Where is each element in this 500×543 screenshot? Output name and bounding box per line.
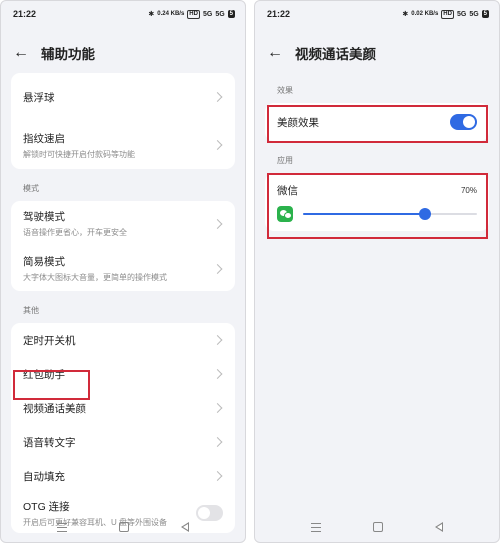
beauty-level-slider[interactable]	[303, 208, 477, 220]
back-triangle-icon[interactable]	[181, 522, 189, 532]
status-time: 21:22	[267, 9, 291, 19]
back-triangle-icon[interactable]	[435, 522, 443, 532]
slider-fill	[303, 213, 425, 215]
section-label-other: 其他	[23, 306, 39, 315]
menu-icon[interactable]	[311, 522, 321, 532]
item-subtitle: 语音操作更省心，开车更安全	[23, 228, 127, 237]
video-call-beauty-screen: 21:22 ✱ 0.02 KB/s HD 5G 5G 5 ← 视频通话美颜 效果…	[254, 0, 500, 543]
menu-icon[interactable]	[57, 522, 67, 532]
navigation-bar	[255, 512, 499, 542]
card-effect: 美颜效果	[265, 103, 489, 141]
wechat-icon	[277, 206, 293, 222]
bluetooth-icon: ✱	[402, 11, 409, 18]
item-subtitle: 解锁时可快捷开启付款码等功能	[23, 149, 135, 159]
page-title: 辅助功能	[41, 47, 95, 62]
app-wechat: 微信 70%	[265, 173, 489, 231]
item-title: 简易模式	[23, 256, 65, 268]
card-apps: 微信 70%	[265, 173, 489, 231]
signal-5g-1: 5G	[456, 10, 467, 18]
item-title: 语音转文字	[23, 436, 76, 449]
item-title: 视频通话美颜	[23, 402, 86, 415]
item-title: 红包助手	[23, 368, 65, 381]
hd-badge: HD	[187, 9, 200, 19]
item-video-call-beauty[interactable]: 视频通话美颜	[11, 391, 235, 425]
status-icons: ✱ 0.02 KB/s HD 5G 5G 5	[402, 9, 489, 19]
card-top: 悬浮球 指纹速启 解锁时可快捷开启付款码等功能	[11, 73, 235, 169]
page-title: 视频通话美颜	[295, 47, 376, 62]
item-fingerprint-launch[interactable]: 指纹速启 解锁时可快捷开启付款码等功能	[11, 121, 235, 169]
slider-thumb[interactable]	[418, 208, 431, 220]
item-title: 自动填充	[23, 470, 65, 483]
item-simple-mode[interactable]: 简易模式 大字体大图标大音量，更简单的操作模式	[11, 246, 235, 291]
app-name: 微信	[277, 185, 298, 197]
navigation-bar	[1, 512, 245, 542]
section-label-effect: 效果	[277, 86, 293, 95]
item-title: 指纹速启	[23, 132, 65, 145]
item-red-packet-assistant[interactable]: 红包助手	[11, 357, 235, 391]
item-beauty-effect[interactable]: 美颜效果	[265, 103, 489, 141]
item-speech-to-text[interactable]: 语音转文字	[11, 425, 235, 459]
status-time: 21:22	[13, 9, 37, 19]
page-header: ← 视频通话美颜	[255, 27, 499, 79]
item-title: 美颜效果	[277, 116, 319, 129]
signal-5g-1: 5G	[202, 10, 213, 18]
section-label-apps: 应用	[277, 156, 293, 165]
item-scheduled-power[interactable]: 定时开关机	[11, 323, 235, 357]
item-autofill[interactable]: 自动填充	[11, 459, 235, 493]
beauty-effect-toggle[interactable]	[450, 114, 477, 130]
bluetooth-icon: ✱	[148, 11, 155, 18]
network-speed: 0.24 KB/s	[157, 11, 185, 17]
network-speed: 0.02 KB/s	[411, 11, 439, 17]
status-icons: ✱ 0.24 KB/s HD 5G 5G 5	[148, 9, 235, 19]
back-arrow-icon[interactable]: ←	[13, 44, 35, 62]
battery-icon: 5	[227, 10, 235, 18]
back-arrow-icon[interactable]: ←	[267, 44, 289, 62]
home-icon[interactable]	[373, 522, 383, 532]
item-title: 悬浮球	[23, 91, 55, 104]
page-header: ← 辅助功能	[1, 27, 245, 79]
item-subtitle: 大字体大图标大音量，更简单的操作模式	[23, 273, 167, 282]
item-title: 驾驶模式	[23, 211, 65, 223]
battery-icon: 5	[481, 10, 489, 18]
home-icon[interactable]	[119, 522, 129, 532]
status-bar: 21:22 ✱ 0.02 KB/s HD 5G 5G 5	[255, 1, 499, 27]
card-mode: 驾驶模式 语音操作更省心，开车更安全 简易模式 大字体大图标大音量，更简单的操作…	[11, 201, 235, 291]
item-driving-mode[interactable]: 驾驶模式 语音操作更省心，开车更安全	[11, 201, 235, 246]
item-floating-ball[interactable]: 悬浮球	[11, 73, 235, 121]
card-other: 定时开关机 红包助手 视频通话美颜 语音转文字 自动填充 OTG 连接 开启后可…	[11, 323, 235, 533]
section-label-mode: 模式	[23, 184, 39, 193]
accessibility-screen: 21:22 ✱ 0.24 KB/s HD 5G 5G 5 ← 辅助功能 悬浮球 …	[0, 0, 246, 543]
signal-5g-2: 5G	[215, 10, 225, 18]
app-percent: 70%	[460, 186, 477, 195]
hd-badge: HD	[441, 9, 454, 19]
status-bar: 21:22 ✱ 0.24 KB/s HD 5G 5G 5	[1, 1, 245, 27]
item-title: 定时开关机	[23, 334, 76, 347]
signal-5g-2: 5G	[469, 10, 479, 18]
